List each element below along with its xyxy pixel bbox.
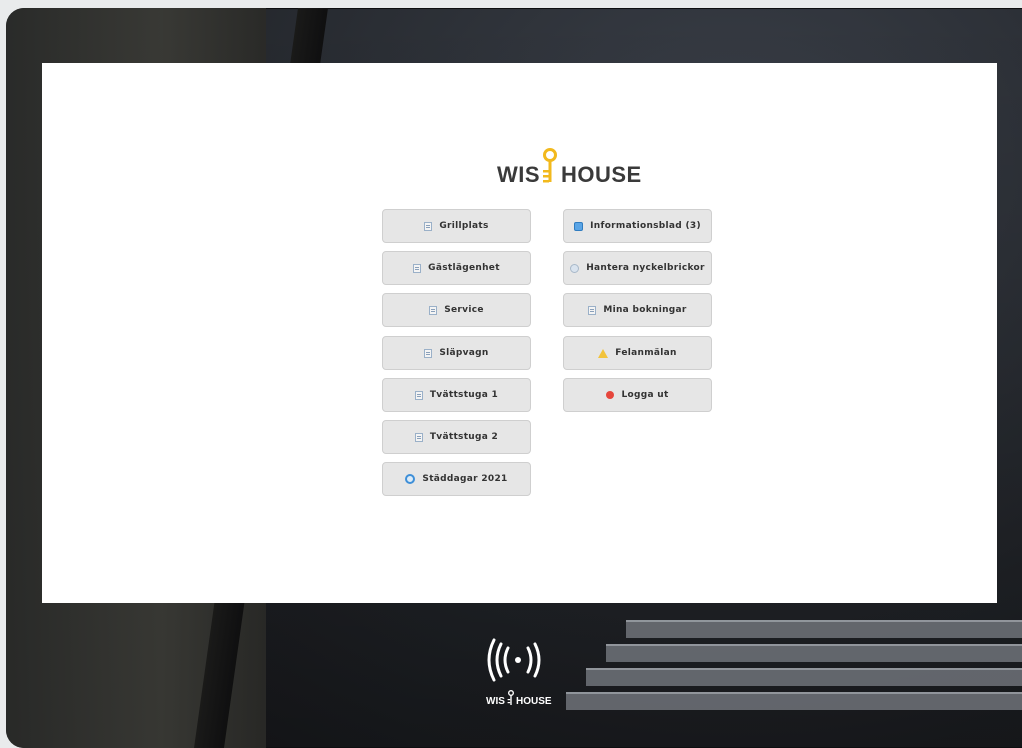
document-icon xyxy=(414,390,423,400)
menu-button-label: Informationsblad (3) xyxy=(590,221,701,231)
footer-wishouse-logo: WIS HOUSE xyxy=(478,636,558,710)
document-icon xyxy=(588,305,597,315)
logout-icon xyxy=(606,391,615,399)
menu-button-label: Mina bokningar xyxy=(603,305,687,315)
info-sheet-icon xyxy=(574,221,584,231)
menu-button-label: Service xyxy=(444,305,484,315)
menu-button-label: Grillplats xyxy=(439,221,489,231)
menu-button-label: Hantera nyckelbrickor xyxy=(586,263,705,273)
menu-button-label: Logga ut xyxy=(621,390,669,400)
wireless-signal-icon xyxy=(487,638,541,682)
document-icon xyxy=(424,348,433,358)
document-icon xyxy=(429,305,438,315)
menu-button-label: Gästlägenhet xyxy=(428,263,500,273)
menu-button-label: Tvättstuga 1 xyxy=(429,390,499,400)
main-panel xyxy=(42,63,997,603)
menu-button-informationsblad[interactable]: Informationsblad (3) xyxy=(563,209,712,243)
logo-text-wis: WIS xyxy=(497,162,541,187)
wishouse-logo: WIS HOUSE xyxy=(455,148,641,188)
footer-key-icon xyxy=(507,690,514,705)
menu-button-label: Felanmälan xyxy=(615,348,677,358)
menu-button-logga-ut[interactable]: Logga ut xyxy=(563,378,712,412)
background-stair xyxy=(566,692,1022,710)
logo-text-house: HOUSE xyxy=(561,162,642,187)
warning-icon xyxy=(598,348,609,358)
menu-button-hantera-nyckelbrickor[interactable]: Hantera nyckelbrickor xyxy=(563,251,712,285)
menu-button-label: Städdagar 2021 xyxy=(422,474,508,484)
menu-button-grillplats[interactable]: Grillplats xyxy=(382,209,531,243)
document-icon xyxy=(424,221,433,231)
menu-button-slapvagn[interactable]: Släpvagn xyxy=(382,336,531,370)
cleaning-icon xyxy=(405,474,416,484)
document-icon xyxy=(413,263,422,273)
menu-button-staddagar-2021[interactable]: Städdagar 2021 xyxy=(382,462,531,496)
menu-button-mina-bokningar[interactable]: Mina bokningar xyxy=(563,293,712,327)
menu-button-service[interactable]: Service xyxy=(382,293,531,327)
menu-button-gastlagenhet[interactable]: Gästlägenhet xyxy=(382,251,531,285)
menu-button-tvattstuga-1[interactable]: Tvättstuga 1 xyxy=(382,378,531,412)
footer-logo-text-wis: WIS xyxy=(486,696,505,707)
menu-button-felanmalan[interactable]: Felanmälan xyxy=(563,336,712,370)
footer-logo-text-house: HOUSE xyxy=(516,696,552,707)
document-icon xyxy=(414,432,423,442)
key-tag-icon xyxy=(570,263,580,273)
background-stair xyxy=(586,668,1022,686)
menu-button-label: Tvättstuga 2 xyxy=(429,432,499,442)
background-stair xyxy=(606,644,1022,662)
menu-button-tvattstuga-2[interactable]: Tvättstuga 2 xyxy=(382,420,531,454)
key-icon xyxy=(543,148,557,183)
background-stair xyxy=(626,620,1022,638)
menu-button-label: Släpvagn xyxy=(439,348,489,358)
